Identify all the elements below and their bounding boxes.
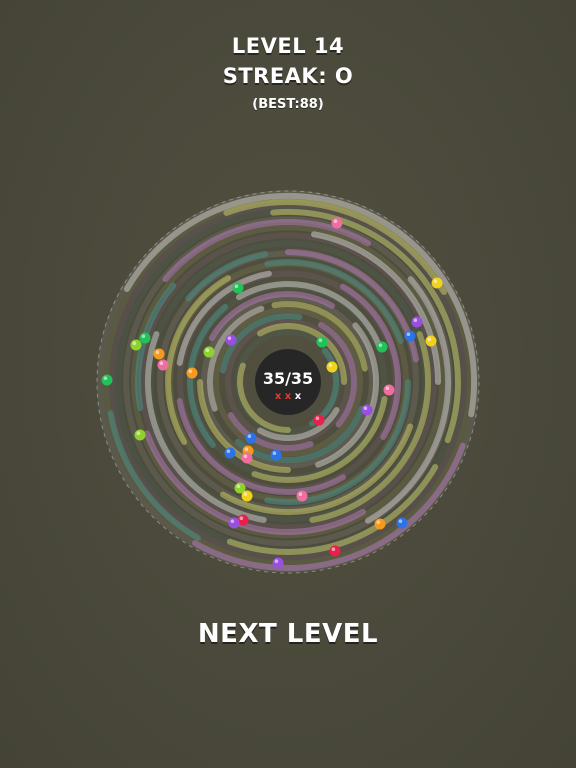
ball <box>425 335 437 347</box>
ball <box>316 336 328 348</box>
ball-highlight <box>243 492 248 497</box>
ball <box>139 332 151 344</box>
ball-highlight <box>155 350 160 355</box>
ball <box>404 330 416 342</box>
ball <box>270 449 282 461</box>
ball-highlight <box>243 454 248 459</box>
ball <box>411 316 423 328</box>
ball-highlight <box>315 416 320 421</box>
ball <box>396 517 408 529</box>
ball <box>374 518 386 530</box>
ball <box>134 429 146 441</box>
ball-highlight <box>427 337 432 342</box>
ball <box>296 490 308 502</box>
ball <box>186 367 198 379</box>
ball <box>224 447 236 459</box>
ball <box>329 545 341 557</box>
ball <box>245 432 257 444</box>
ball-highlight <box>333 219 338 223</box>
ball-highlight <box>398 519 403 523</box>
ball-highlight <box>318 338 323 343</box>
ball-highlight <box>205 348 210 353</box>
ball <box>383 384 395 396</box>
ball <box>130 339 142 351</box>
ball-highlight <box>141 334 146 339</box>
ball-highlight <box>136 431 141 436</box>
ball <box>241 452 253 464</box>
miss-marker: x <box>275 391 285 402</box>
ball-highlight <box>385 386 390 391</box>
ball-highlight <box>328 363 333 368</box>
miss-marker: x <box>295 391 302 402</box>
ball <box>225 334 237 346</box>
ball-highlight <box>159 361 164 366</box>
ball <box>272 557 284 569</box>
ball-highlight <box>247 434 252 439</box>
ball-highlight <box>331 547 336 551</box>
miss-marker: x <box>285 391 295 402</box>
ball-highlight <box>433 279 438 284</box>
center-hub: 35/35 x x x <box>255 349 321 415</box>
ball-highlight <box>188 369 193 374</box>
ball <box>232 282 244 294</box>
ball <box>228 517 240 529</box>
ball-highlight <box>226 449 231 454</box>
ball-highlight <box>234 284 239 289</box>
ball-highlight <box>413 318 418 323</box>
ball <box>313 414 325 426</box>
ball-highlight <box>274 559 279 563</box>
ball-highlight <box>239 516 244 520</box>
ball-highlight <box>272 451 277 456</box>
ball <box>203 346 215 358</box>
ball-highlight <box>363 406 368 411</box>
ball <box>101 374 113 386</box>
ball-highlight <box>406 332 411 337</box>
ball-highlight <box>103 376 108 381</box>
ball <box>361 404 373 416</box>
ball <box>431 277 443 289</box>
miss-markers: x x x <box>275 391 302 402</box>
ball <box>241 490 253 502</box>
next-level-button[interactable]: NEXT LEVEL <box>138 606 438 662</box>
ball <box>326 361 338 373</box>
ball-highlight <box>378 343 383 348</box>
ball-highlight <box>298 492 303 497</box>
ball-highlight <box>236 484 241 489</box>
score-counter: 35/35 <box>263 369 313 388</box>
ball <box>376 341 388 353</box>
ball-highlight <box>227 336 232 341</box>
ball-highlight <box>244 447 249 452</box>
ball <box>331 217 343 229</box>
ball-highlight <box>132 341 137 346</box>
ball <box>153 348 165 360</box>
ball-highlight <box>230 519 235 523</box>
ball <box>157 359 169 371</box>
ball-highlight <box>376 520 381 524</box>
